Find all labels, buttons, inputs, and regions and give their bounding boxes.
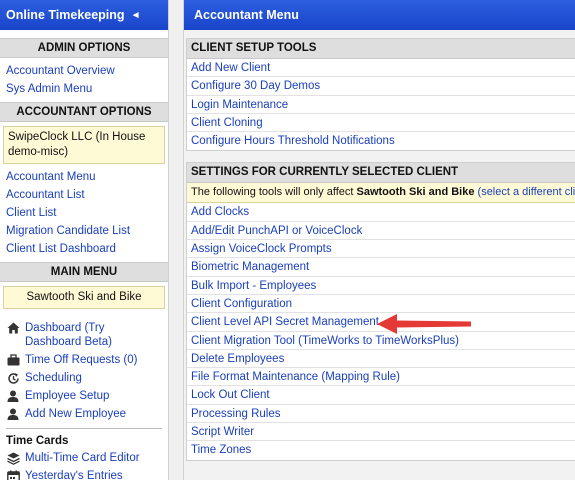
sidebar-link-accountant-overview[interactable]: Accountant Overview bbox=[0, 62, 168, 80]
person-icon bbox=[6, 389, 20, 403]
main-header: Accountant Menu bbox=[184, 0, 575, 30]
link-login-maintenance[interactable]: Login Maintenance bbox=[191, 99, 288, 111]
panel-splitter[interactable] bbox=[168, 0, 184, 480]
notice-client-name: Sawtooth Ski and Bike bbox=[356, 186, 475, 199]
nav-multi-time-card-label: Multi-Time Card Editor bbox=[25, 452, 140, 464]
sidebar-divider bbox=[6, 428, 162, 429]
nav-dashboard[interactable]: Dashboard (Try Dashboard Beta) bbox=[0, 319, 168, 351]
calendar-icon bbox=[6, 469, 20, 480]
link-configure-hours-threshold[interactable]: Configure Hours Threshold Notifications bbox=[191, 135, 395, 147]
sidebar-header[interactable]: Online Timekeeping ◄ bbox=[0, 0, 168, 30]
nav-scheduling[interactable]: Scheduling bbox=[0, 369, 168, 387]
nav-scheduling-label: Scheduling bbox=[25, 372, 82, 384]
nav-yesterdays-entries-label: Yesterday's Entries bbox=[25, 470, 123, 480]
link-add-clocks[interactable]: Add Clocks bbox=[191, 206, 249, 218]
link-client-migration-tool[interactable]: Client Migration Tool (TimeWorks to Time… bbox=[191, 335, 459, 347]
admin-options-heading: ADMIN OPTIONS bbox=[0, 38, 168, 58]
nav-employee-setup[interactable]: Employee Setup bbox=[0, 387, 168, 405]
link-client-cloning[interactable]: Client Cloning bbox=[191, 117, 263, 129]
nav-yesterdays-entries[interactable]: Yesterday's Entries bbox=[0, 467, 168, 480]
link-processing-rules[interactable]: Processing Rules bbox=[191, 408, 280, 420]
nav-add-new-employee-label: Add New Employee bbox=[25, 408, 126, 420]
sidebar-link-client-list[interactable]: Client List bbox=[0, 204, 168, 222]
nav-time-off-requests[interactable]: Time Off Requests (0) bbox=[0, 351, 168, 369]
person-icon bbox=[6, 407, 20, 421]
select-different-client-link[interactable]: (select a different client) bbox=[478, 186, 575, 198]
sidebar-link-client-list-dashboard[interactable]: Client List Dashboard bbox=[0, 240, 168, 258]
time-cards-heading: Time Cards bbox=[6, 435, 69, 447]
notice-text: The following tools will only affect bbox=[191, 186, 357, 199]
link-script-writer[interactable]: Script Writer bbox=[191, 426, 254, 438]
client-setup-heading: CLIENT SETUP TOOLS bbox=[187, 39, 575, 59]
link-client-level-api-secret[interactable]: Client Level API Secret Management bbox=[191, 316, 379, 328]
link-file-format-maintenance[interactable]: File Format Maintenance (Mapping Rule) bbox=[191, 371, 400, 383]
sidebar-link-accountant-list[interactable]: Accountant List bbox=[0, 186, 168, 204]
link-delete-employees[interactable]: Delete Employees bbox=[191, 353, 284, 365]
link-bulk-import-employees[interactable]: Bulk Import - Employees bbox=[191, 280, 316, 292]
left-sidebar: Online Timekeeping ◄ ADMIN OPTIONS Accou… bbox=[0, 0, 168, 480]
selected-client-notice: The following tools will only affect Saw… bbox=[187, 183, 575, 204]
client-settings-heading: SETTINGS FOR CURRENTLY SELECTED CLIENT bbox=[187, 163, 575, 184]
nav-dashboard-label: Dashboard (Try Dashboard Beta) bbox=[25, 322, 112, 348]
sidebar-link-migration-candidate-list[interactable]: Migration Candidate List bbox=[0, 222, 168, 240]
main-menu-heading: MAIN MENU bbox=[0, 262, 168, 282]
sidebar-link-accountant-menu[interactable]: Accountant Menu bbox=[0, 168, 168, 186]
collapse-icon[interactable]: ◄ bbox=[131, 10, 141, 21]
link-add-edit-punchapi[interactable]: Add/Edit PunchAPI or VoiceClock bbox=[191, 225, 362, 237]
home-icon bbox=[6, 321, 20, 335]
layers-icon bbox=[6, 451, 20, 465]
nav-multi-time-card-editor[interactable]: Multi-Time Card Editor bbox=[0, 449, 168, 467]
link-lock-out-client[interactable]: Lock Out Client bbox=[191, 389, 270, 401]
main-content: Accountant Menu CLIENT SETUP TOOLS Add N… bbox=[184, 0, 575, 480]
clock-cycle-icon bbox=[6, 371, 20, 385]
accountant-options-heading: ACCOUNTANT OPTIONS bbox=[0, 102, 168, 122]
page-title: Accountant Menu bbox=[194, 8, 299, 22]
link-biometric-management[interactable]: Biometric Management bbox=[191, 261, 309, 273]
nav-add-new-employee[interactable]: Add New Employee bbox=[0, 405, 168, 423]
nav-employee-setup-label: Employee Setup bbox=[25, 390, 110, 402]
link-configure-30-day-demos[interactable]: Configure 30 Day Demos bbox=[191, 80, 320, 92]
app-title: Online Timekeeping bbox=[6, 8, 125, 22]
sidebar-link-sys-admin-menu[interactable]: Sys Admin Menu bbox=[0, 80, 168, 98]
briefcase-icon bbox=[6, 353, 20, 367]
client-setup-panel: CLIENT SETUP TOOLS Add New Client Config… bbox=[186, 38, 575, 152]
nav-time-off-label: Time Off Requests (0) bbox=[25, 354, 138, 366]
link-assign-voiceclock-prompts[interactable]: Assign VoiceClock Prompts bbox=[191, 243, 332, 255]
selected-client-box: Sawtooth Ski and Bike bbox=[3, 286, 165, 309]
selected-account-box: SwipeClock LLC (In House demo-misc) bbox=[3, 126, 165, 164]
client-settings-panel: SETTINGS FOR CURRENTLY SELECTED CLIENT T… bbox=[186, 162, 575, 461]
link-add-new-client[interactable]: Add New Client bbox=[191, 62, 270, 74]
link-time-zones[interactable]: Time Zones bbox=[191, 444, 251, 456]
link-client-configuration[interactable]: Client Configuration bbox=[191, 298, 292, 310]
